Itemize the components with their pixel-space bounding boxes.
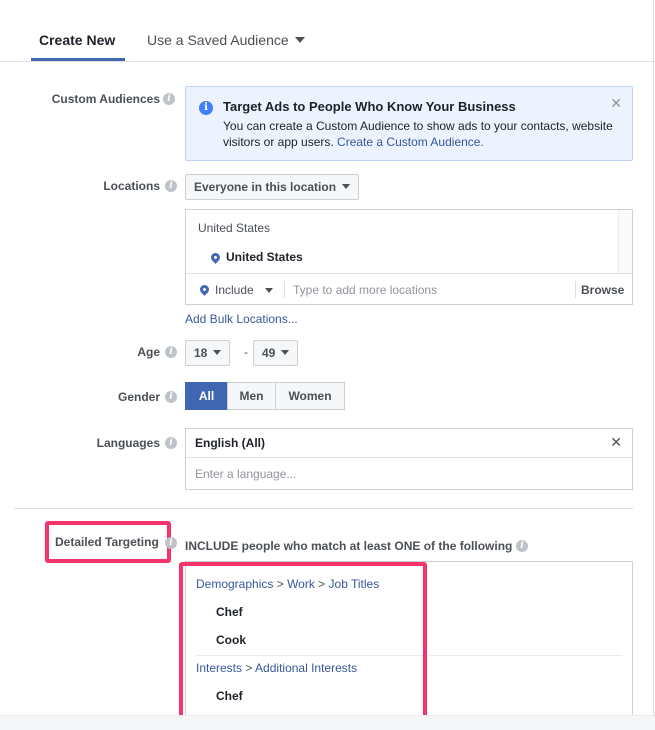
tabs-divider xyxy=(0,61,655,62)
age-min-dropdown[interactable]: 18 xyxy=(185,340,231,366)
location-search-input[interactable]: Type to add more locations xyxy=(293,283,437,297)
tab-saved-audience-label: Use a Saved Audience xyxy=(147,32,289,48)
divider xyxy=(575,281,576,298)
panel-right-border xyxy=(653,0,654,730)
caret-down-icon xyxy=(281,350,290,355)
close-icon[interactable]: ✕ xyxy=(610,95,622,112)
tab-saved-audience[interactable]: Use a Saved Audience xyxy=(147,32,305,48)
age-max-dropdown[interactable]: 49 xyxy=(253,340,299,366)
browse-button[interactable]: Browse xyxy=(581,283,624,297)
language-input[interactable]: Enter a language... xyxy=(195,467,296,481)
info-icon[interactable]: i xyxy=(165,346,177,358)
info-icon[interactable]: i xyxy=(516,540,528,552)
location-pin-icon xyxy=(209,251,222,264)
custom-audiences-label: Custom Audiences xyxy=(51,92,160,106)
caret-down-icon xyxy=(213,350,222,355)
create-custom-audience-link[interactable]: Create a Custom Audience. xyxy=(337,135,484,149)
caret-down-icon xyxy=(265,288,273,293)
location-group-heading: United States xyxy=(198,221,271,235)
location-pin-icon xyxy=(198,283,211,296)
location-box: United States United States Include Type… xyxy=(185,209,633,305)
info-icon[interactable]: i xyxy=(165,437,177,449)
include-dropdown[interactable]: Include xyxy=(215,283,254,297)
gender-men-button[interactable]: Men xyxy=(227,382,276,410)
detailed-targeting-label: Detailed Targeting xyxy=(55,535,159,549)
age-label: Age xyxy=(137,345,160,359)
info-circle-icon: i xyxy=(199,101,213,115)
caret-down-icon xyxy=(342,184,351,189)
divider xyxy=(186,457,632,458)
info-icon[interactable]: i xyxy=(165,537,177,549)
detailed-targeting-heading-text: INCLUDE people who match at least ONE of… xyxy=(185,539,513,553)
add-bulk-locations-link[interactable]: Add Bulk Locations... xyxy=(185,312,298,326)
section-divider xyxy=(14,508,633,509)
languages-label: Languages xyxy=(96,436,160,450)
info-icon[interactable]: i xyxy=(165,391,177,403)
banner-body: You can create a Custom Audience to show… xyxy=(223,118,613,150)
banner-title: Target Ads to People Who Know Your Busin… xyxy=(223,99,516,114)
highlight-annotation xyxy=(179,562,427,720)
locations-label: Locations xyxy=(103,179,160,193)
info-icon[interactable]: i xyxy=(165,180,177,192)
location-scope-dropdown[interactable]: Everyone in this location xyxy=(185,174,360,200)
divider xyxy=(284,281,285,298)
location-input-row: Include Type to add more locations Brows… xyxy=(186,273,632,304)
custom-audience-banner: i Target Ads to People Who Know Your Bus… xyxy=(185,86,633,161)
language-tag: English (All) xyxy=(195,436,265,450)
tab-create-new[interactable]: Create New xyxy=(39,32,115,48)
gender-women-button[interactable]: Women xyxy=(275,382,345,410)
detailed-targeting-heading: INCLUDE people who match at least ONE of… xyxy=(185,539,512,553)
gender-all-button[interactable]: All xyxy=(185,382,228,410)
age-max-value: 49 xyxy=(262,346,276,360)
languages-box: English (All) ✕ Enter a language... xyxy=(185,428,633,490)
gender-label: Gender xyxy=(117,390,160,404)
location-scope-label: Everyone in this location xyxy=(194,180,337,194)
age-separator: - xyxy=(244,345,248,359)
close-icon[interactable]: ✕ xyxy=(610,434,622,451)
location-scrollbar[interactable] xyxy=(618,210,632,273)
bottom-bar xyxy=(0,715,655,730)
age-min-value: 18 xyxy=(194,346,208,360)
location-item: United States xyxy=(226,250,303,264)
info-icon[interactable]: i xyxy=(163,93,175,105)
caret-down-icon xyxy=(294,37,305,43)
